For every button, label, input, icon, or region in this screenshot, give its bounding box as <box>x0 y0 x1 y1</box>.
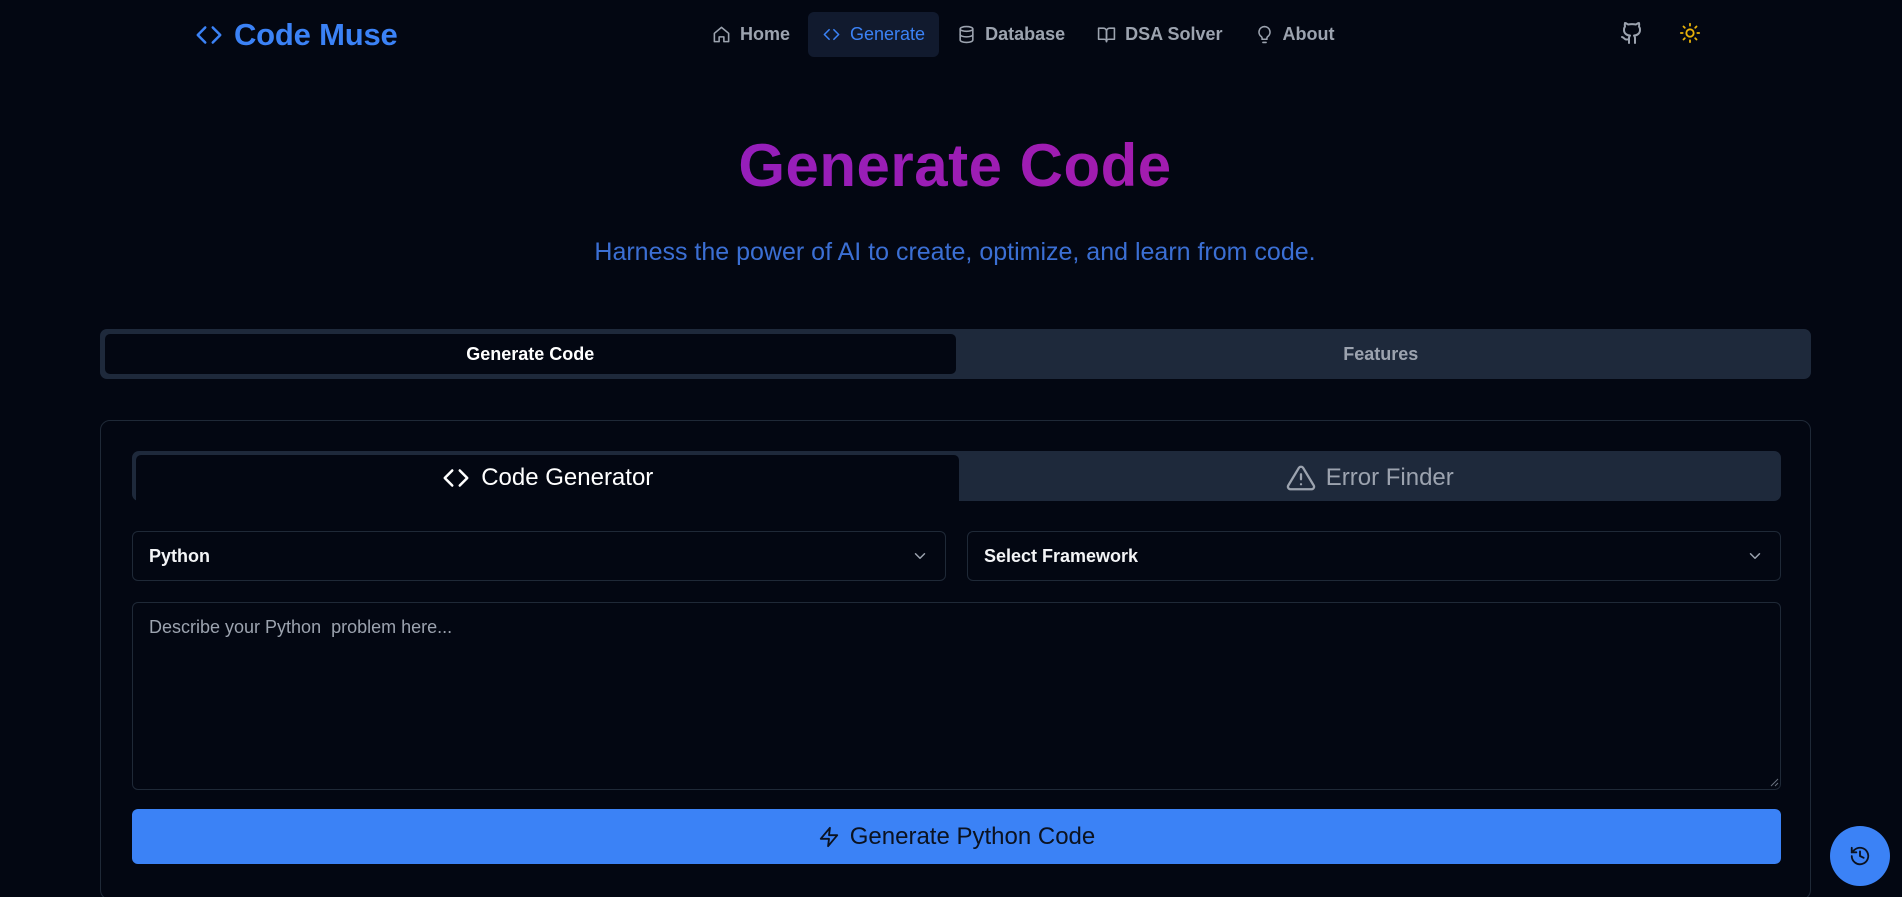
warning-triangle-icon <box>1286 465 1315 491</box>
code-brackets-icon <box>196 26 222 44</box>
history-button[interactable] <box>1830 826 1890 886</box>
github-icon <box>1621 22 1642 44</box>
lightbulb-icon <box>1257 25 1271 44</box>
language-select-value: Python <box>149 545 210 566</box>
sun-icon <box>1679 22 1701 44</box>
nav-item-about[interactable]: About <box>1241 12 1349 57</box>
page-subtitle: Harness the power of AI to create, optim… <box>594 238 1316 266</box>
page-title: Generate Code <box>0 128 1902 204</box>
framework-select[interactable]: Select Framework <box>967 531 1781 581</box>
tab-features[interactable]: Features <box>956 334 1807 374</box>
history-icon <box>1850 846 1870 866</box>
language-select[interactable]: Python <box>132 531 946 581</box>
theme-toggle-button[interactable] <box>1675 18 1705 48</box>
zap-icon <box>819 826 838 847</box>
nav-item-label: DSA Solver <box>1125 24 1223 44</box>
generator-card: Code Generator Error Finder Python Selec… <box>100 420 1811 897</box>
nav-item-label: Home <box>740 24 791 44</box>
code-brackets-icon <box>823 28 840 41</box>
nav-item-label: About <box>1282 24 1335 44</box>
nav-item-generate[interactable]: Generate <box>808 12 940 57</box>
problem-description-input[interactable] <box>132 602 1781 790</box>
tab-code-generator[interactable]: Code Generator <box>136 455 959 501</box>
brand-name: Code Muse <box>234 17 398 52</box>
tab-label: Error Finder <box>1325 464 1454 491</box>
tab-generate-code[interactable]: Generate Code <box>105 334 956 374</box>
brand-logo-link[interactable]: Code Muse <box>194 16 398 54</box>
generate-code-button-label: Generate Python Code <box>849 822 1096 850</box>
nav-item-database[interactable]: Database <box>943 12 1079 57</box>
github-button[interactable] <box>1617 18 1647 48</box>
inner-tab-list: Code Generator Error Finder <box>132 451 1781 501</box>
resize-grip-icon[interactable] <box>1769 777 1779 787</box>
tab-label: Code Generator <box>481 464 654 491</box>
nav-item-home[interactable]: Home <box>698 12 804 57</box>
tab-error-finder[interactable]: Error Finder <box>959 455 1782 501</box>
chevron-down-icon <box>914 553 926 559</box>
database-icon <box>959 25 974 44</box>
home-icon <box>713 26 730 43</box>
book-open-icon <box>1097 27 1116 43</box>
main-nav: Home Generate Database DSA Solver About <box>698 12 1348 57</box>
outer-tab-list: Generate Code Features <box>100 329 1811 379</box>
code-brackets-icon <box>443 469 469 487</box>
generate-code-button[interactable]: Generate Python Code <box>132 809 1781 864</box>
framework-select-value: Select Framework <box>984 545 1139 566</box>
nav-item-dsa-solver[interactable]: DSA Solver <box>1083 12 1236 57</box>
navbar: Code Muse Home Generate Database DSA Sol… <box>0 0 1902 70</box>
nav-item-label: Database <box>985 24 1066 44</box>
chevron-down-icon <box>1749 553 1761 559</box>
nav-item-label: Generate <box>850 24 926 44</box>
